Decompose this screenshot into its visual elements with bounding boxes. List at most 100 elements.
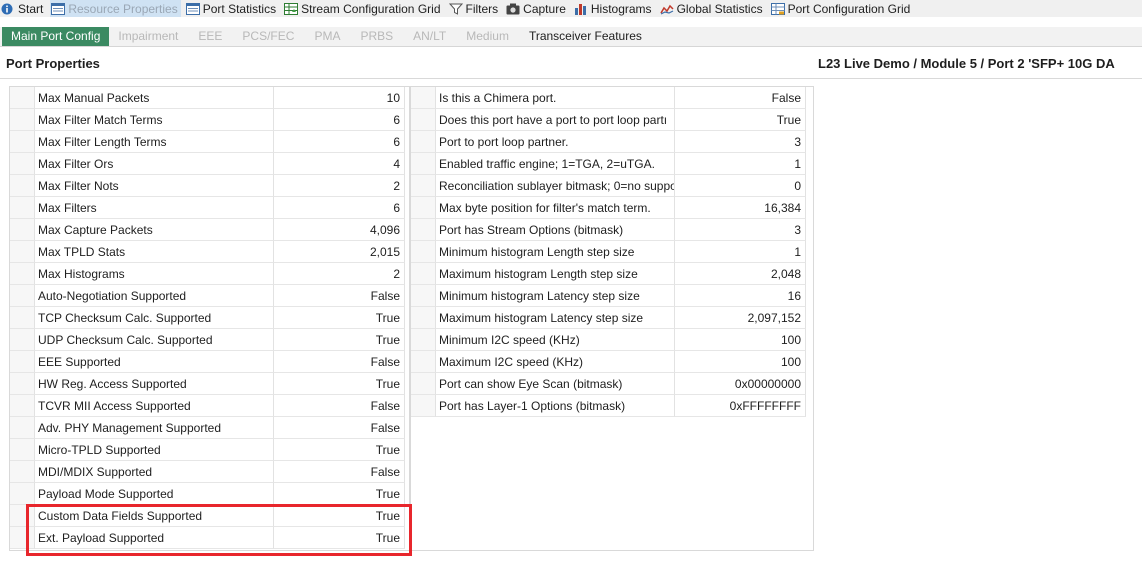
row-header[interactable]	[10, 483, 35, 505]
table-row[interactable]: Micro-TPLD Supported True	[10, 439, 405, 461]
table-row[interactable]: Port to port loop partner. 3	[411, 131, 806, 153]
tab-filters[interactable]: Filters	[448, 0, 502, 17]
table-row[interactable]: Port has Stream Options (bitmask) 3	[411, 219, 806, 241]
row-header[interactable]	[411, 395, 436, 417]
properties-grid-right[interactable]: Is this a Chimera port. False Does this po…	[410, 86, 814, 551]
row-header[interactable]	[10, 153, 35, 175]
tab-capture[interactable]: Capture	[505, 0, 569, 17]
row-header[interactable]	[10, 131, 35, 153]
row-header[interactable]	[411, 131, 436, 153]
row-header[interactable]	[10, 373, 35, 395]
row-header[interactable]	[411, 109, 436, 131]
table-row[interactable]: Port can show Eye Scan (bitmask) 0x000000…	[411, 373, 806, 395]
table-row[interactable]: Minimum I2C speed (KHz) 100	[411, 329, 806, 351]
table-row[interactable]: Max Filter Length Terms 6	[10, 131, 405, 153]
table-row[interactable]: Max Manual Packets 10	[10, 87, 405, 109]
tab-label: Stream Configuration Grid	[301, 1, 441, 16]
row-header[interactable]	[10, 329, 35, 351]
table-row[interactable]: Custom Data Fields Supported True	[10, 505, 405, 527]
property-name: Port has Stream Options (bitmask)	[436, 219, 675, 241]
properties-grid-left[interactable]: Max Manual Packets 10 Max Filter Match Ter…	[9, 86, 410, 551]
table-row[interactable]: TCP Checksum Calc. Supported True	[10, 307, 405, 329]
row-header[interactable]	[10, 197, 35, 219]
table-row[interactable]: Enabled traffic engine; 1=TGA, 2=uTGA. 1	[411, 153, 806, 175]
table-row[interactable]: Max Filter Match Terms 6	[10, 109, 405, 131]
row-header[interactable]	[10, 527, 35, 549]
row-header[interactable]	[10, 439, 35, 461]
table-row[interactable]: Port has Layer-1 Options (bitmask) 0xFFFF…	[411, 395, 806, 417]
row-header[interactable]	[10, 417, 35, 439]
property-name: TCP Checksum Calc. Supported	[35, 307, 274, 329]
table-row[interactable]: Max Histograms 2	[10, 263, 405, 285]
tab-global-statistics[interactable]: Global Statistics	[659, 0, 766, 17]
subtab-main-port-config[interactable]: Main Port Config	[2, 27, 110, 46]
row-header[interactable]	[10, 263, 35, 285]
histogram-icon	[574, 3, 588, 15]
table-row[interactable]: Reconciliation sublayer bitmask; 0=no su…	[411, 175, 806, 197]
property-name: Minimum histogram Latency step size	[436, 285, 675, 307]
table-row[interactable]: Max Capture Packets 4,096	[10, 219, 405, 241]
row-header[interactable]	[411, 285, 436, 307]
tab-label: Start	[18, 1, 44, 16]
table-row[interactable]: EEE Supported False	[10, 351, 405, 373]
row-header[interactable]	[10, 395, 35, 417]
row-header[interactable]	[10, 219, 35, 241]
table-row[interactable]: Maximum histogram Length step size 2,048	[411, 263, 806, 285]
table-row[interactable]: Maximum I2C speed (KHz) 100	[411, 351, 806, 373]
table-row[interactable]: Auto-Negotiation Supported False	[10, 285, 405, 307]
tab-stream-configuration-grid[interactable]: Stream Configuration Grid	[283, 0, 443, 17]
property-value: 2	[274, 175, 405, 197]
table-row[interactable]: Minimum histogram Latency step size 16	[411, 285, 806, 307]
property-value: 2,015	[274, 241, 405, 263]
tab-start[interactable]: Start	[0, 0, 46, 17]
property-name: Max Capture Packets	[35, 219, 274, 241]
table-row[interactable]: Payload Mode Supported True	[10, 483, 405, 505]
row-header[interactable]	[411, 329, 436, 351]
table-row[interactable]: Max Filters 6	[10, 197, 405, 219]
row-header[interactable]	[10, 109, 35, 131]
row-header[interactable]	[10, 461, 35, 483]
table-row[interactable]: Max Filter Ors 4	[10, 153, 405, 175]
table-row[interactable]: UDP Checksum Calc. Supported True	[10, 329, 405, 351]
row-header[interactable]	[411, 153, 436, 175]
tab-histograms[interactable]: Histograms	[573, 0, 655, 17]
row-header[interactable]	[10, 307, 35, 329]
row-header[interactable]	[411, 373, 436, 395]
property-value: 3	[675, 219, 806, 241]
table-row[interactable]: Max Filter Nots 2	[10, 175, 405, 197]
row-header[interactable]	[411, 241, 436, 263]
table-row[interactable]: HW Reg. Access Supported True	[10, 373, 405, 395]
table-row[interactable]: Max TPLD Stats 2,015	[10, 241, 405, 263]
property-value: True	[274, 505, 405, 527]
row-header[interactable]	[411, 263, 436, 285]
row-header[interactable]	[411, 351, 436, 373]
subtab-transceiver-features[interactable]: Transceiver Features	[520, 27, 653, 46]
row-header[interactable]	[411, 197, 436, 219]
table-row[interactable]: Does this port have a port to port loop …	[411, 109, 806, 131]
table-row[interactable]: Maximum histogram Latency step size 2,097…	[411, 307, 806, 329]
table-row[interactable]: TCVR MII Access Supported False	[10, 395, 405, 417]
tab-port-configuration-grid[interactable]: Port Configuration Grid	[770, 0, 914, 17]
property-value: False	[274, 395, 405, 417]
row-header[interactable]	[411, 219, 436, 241]
row-header[interactable]	[10, 351, 35, 373]
tab-resource-properties[interactable]: Resource Properties	[50, 0, 181, 17]
table-row[interactable]: Minimum histogram Length step size 1	[411, 241, 806, 263]
table-row[interactable]: MDI/MDIX Supported False	[10, 461, 405, 483]
property-name: Minimum I2C speed (KHz)	[436, 329, 675, 351]
table-row[interactable]: Adv. PHY Management Supported False	[10, 417, 405, 439]
table-row[interactable]: Is this a Chimera port. False	[411, 87, 806, 109]
row-header[interactable]	[411, 87, 436, 109]
table-row[interactable]: Max byte position for filter's match ter…	[411, 197, 806, 219]
row-header[interactable]	[10, 505, 35, 527]
row-header[interactable]	[411, 175, 436, 197]
row-header[interactable]	[10, 175, 35, 197]
table-row[interactable]: Ext. Payload Supported True	[10, 527, 405, 549]
property-value: True	[274, 373, 405, 395]
tab-label: Global Statistics	[676, 1, 763, 16]
row-header[interactable]	[10, 87, 35, 109]
row-header[interactable]	[10, 285, 35, 307]
row-header[interactable]	[10, 241, 35, 263]
row-header[interactable]	[411, 307, 436, 329]
tab-port-statistics[interactable]: Port Statistics	[185, 0, 279, 17]
